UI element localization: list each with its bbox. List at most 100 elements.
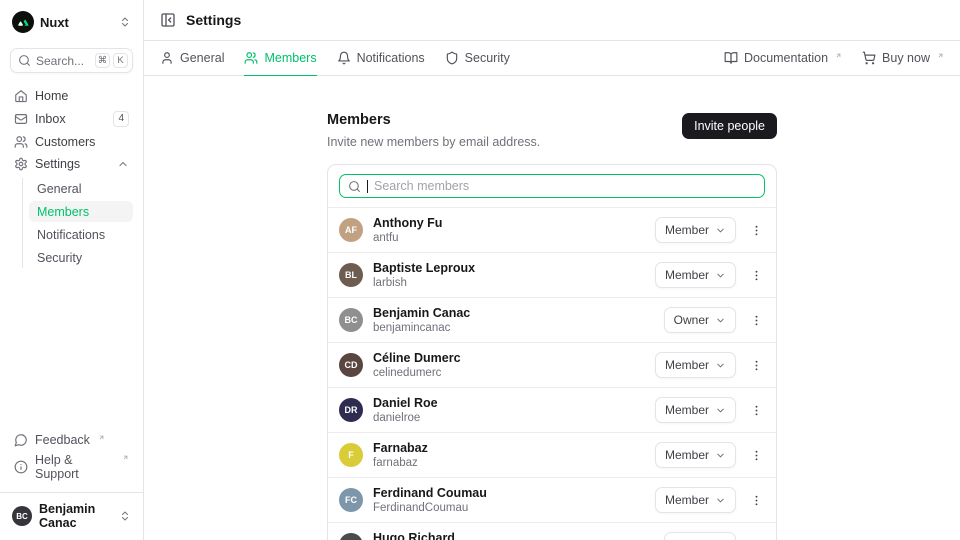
users-icon bbox=[14, 135, 28, 149]
external-link-icon bbox=[937, 52, 944, 59]
members-section-header: Members Invite new members by email addr… bbox=[327, 112, 777, 149]
role-select[interactable]: Member bbox=[655, 487, 736, 513]
text-caret bbox=[367, 180, 368, 193]
member-username: danielroe bbox=[373, 412, 645, 424]
members-search-input[interactable] bbox=[374, 178, 756, 194]
row-menu-button[interactable] bbox=[748, 312, 765, 329]
nuxt-logo-icon bbox=[12, 11, 34, 33]
tab-members[interactable]: Members bbox=[244, 41, 316, 76]
settings-subnav: General Members Notifications Security bbox=[22, 178, 133, 268]
section-description: Invite new members by email address. bbox=[327, 135, 540, 149]
sidebar-item-help-support[interactable]: Help & Support bbox=[10, 450, 133, 484]
sidebar-item-customers[interactable]: Customers bbox=[10, 132, 133, 152]
buy-now-link[interactable]: Buy now bbox=[862, 51, 944, 65]
avatar: DR bbox=[339, 398, 363, 422]
member-row-daniel-roe: DR Daniel Roe danielroe Member bbox=[328, 387, 776, 432]
row-menu-button[interactable] bbox=[748, 357, 765, 374]
role-select[interactable]: Member bbox=[655, 217, 736, 243]
tab-label: Members bbox=[264, 51, 316, 65]
role-label: Member bbox=[665, 268, 709, 282]
panel-left-close-icon[interactable] bbox=[160, 12, 176, 28]
sidebar-item-home[interactable]: Home bbox=[10, 86, 133, 106]
role-label: Member bbox=[665, 403, 709, 417]
global-search-button[interactable]: Search... ⌘ K bbox=[10, 48, 133, 73]
row-menu-button[interactable] bbox=[748, 447, 765, 464]
member-row-ferdinand-coumau: FC Ferdinand CoumauFerdinandCoumau Membe… bbox=[328, 477, 776, 522]
role-select[interactable]: Member bbox=[655, 442, 736, 468]
avatar: CD bbox=[339, 353, 363, 377]
page-header: Settings bbox=[144, 0, 960, 41]
row-menu-button[interactable] bbox=[748, 402, 765, 419]
tab-general[interactable]: General bbox=[160, 41, 224, 76]
search-icon bbox=[348, 180, 361, 193]
chevron-down-icon bbox=[715, 225, 726, 236]
inbox-icon bbox=[14, 112, 28, 126]
sidebar-nav: Home Inbox 4 Customers Settings bbox=[10, 86, 133, 268]
chevron-down-icon bbox=[715, 495, 726, 506]
shortcut-keys: ⌘ K bbox=[95, 53, 128, 68]
home-icon bbox=[14, 89, 28, 103]
gear-icon bbox=[14, 157, 28, 171]
workspace-switcher[interactable]: Nuxt bbox=[10, 9, 133, 33]
sidebar-item-settings[interactable]: Settings bbox=[10, 154, 133, 174]
row-menu-button[interactable] bbox=[748, 267, 765, 284]
invite-people-button[interactable]: Invite people bbox=[682, 113, 777, 139]
sidebar-item-label: Feedback bbox=[35, 433, 90, 447]
section-title: Members bbox=[327, 112, 540, 128]
page-title: Settings bbox=[186, 12, 241, 28]
link-label: Buy now bbox=[882, 51, 930, 65]
workspace-name: Nuxt bbox=[40, 15, 113, 30]
member-row-hugo-richard: HR Hugo Richardhugorcd Owner bbox=[328, 522, 776, 540]
sidebar-item-security[interactable]: Security bbox=[29, 247, 133, 268]
avatar: F bbox=[339, 443, 363, 467]
header-links: Documentation Buy now bbox=[724, 41, 944, 75]
sidebar-item-label: Customers bbox=[35, 135, 129, 149]
role-select[interactable]: Owner bbox=[664, 532, 736, 540]
row-menu-button[interactable] bbox=[748, 492, 765, 509]
app-window: Nuxt Search... ⌘ K Home bbox=[0, 0, 960, 540]
sidebar-item-general[interactable]: General bbox=[29, 178, 133, 199]
search-icon bbox=[18, 54, 31, 67]
tab-security[interactable]: Security bbox=[445, 41, 510, 76]
tab-notifications[interactable]: Notifications bbox=[337, 41, 425, 76]
shield-icon bbox=[445, 51, 459, 65]
members-page: Members Invite new members by email addr… bbox=[144, 76, 960, 540]
avatar: BC bbox=[339, 308, 363, 332]
role-label: Member bbox=[665, 493, 709, 507]
member-name: Hugo Richard bbox=[373, 531, 654, 540]
role-select[interactable]: Owner bbox=[664, 307, 736, 333]
member-name: Ferdinand Coumau bbox=[373, 486, 645, 500]
kbd-k: K bbox=[113, 53, 128, 68]
member-name: Daniel Roe bbox=[373, 396, 645, 410]
sidebar-item-members[interactable]: Members bbox=[29, 201, 133, 222]
user-name: Benjamin Canac bbox=[39, 502, 112, 530]
role-select[interactable]: Member bbox=[655, 262, 736, 288]
documentation-link[interactable]: Documentation bbox=[724, 51, 842, 65]
role-label: Owner bbox=[674, 313, 709, 327]
row-menu-button[interactable] bbox=[748, 222, 765, 239]
sidebar: Nuxt Search... ⌘ K Home bbox=[0, 0, 144, 540]
avatar: BL bbox=[339, 263, 363, 287]
sidebar-item-inbox[interactable]: Inbox 4 bbox=[10, 108, 133, 130]
role-label: Member bbox=[665, 358, 709, 372]
role-select[interactable]: Member bbox=[655, 352, 736, 378]
role-select[interactable]: Member bbox=[655, 397, 736, 423]
chevron-down-icon bbox=[715, 360, 726, 371]
members-search-field[interactable] bbox=[339, 174, 765, 198]
chevrons-up-down-icon bbox=[119, 510, 131, 522]
external-link-icon bbox=[835, 52, 842, 59]
user-menu[interactable]: BC Benjamin Canac bbox=[10, 493, 133, 530]
chevron-down-icon bbox=[715, 270, 726, 281]
avatar: BC bbox=[12, 506, 32, 526]
sidebar-item-notifications[interactable]: Notifications bbox=[29, 224, 133, 245]
row-menu-button[interactable] bbox=[748, 537, 765, 540]
members-search-row bbox=[328, 165, 776, 208]
member-row-benjamin-canac: BC Benjamin Canacbenjamincanac Owner bbox=[328, 297, 776, 342]
member-username: farnabaz bbox=[373, 457, 645, 469]
chevron-down-icon bbox=[715, 450, 726, 461]
member-name: Anthony Fu bbox=[373, 216, 645, 230]
book-open-icon bbox=[724, 51, 738, 65]
sidebar-item-label: Home bbox=[35, 89, 129, 103]
member-username: benjamincanac bbox=[373, 322, 654, 334]
sidebar-item-feedback[interactable]: Feedback bbox=[10, 430, 133, 450]
